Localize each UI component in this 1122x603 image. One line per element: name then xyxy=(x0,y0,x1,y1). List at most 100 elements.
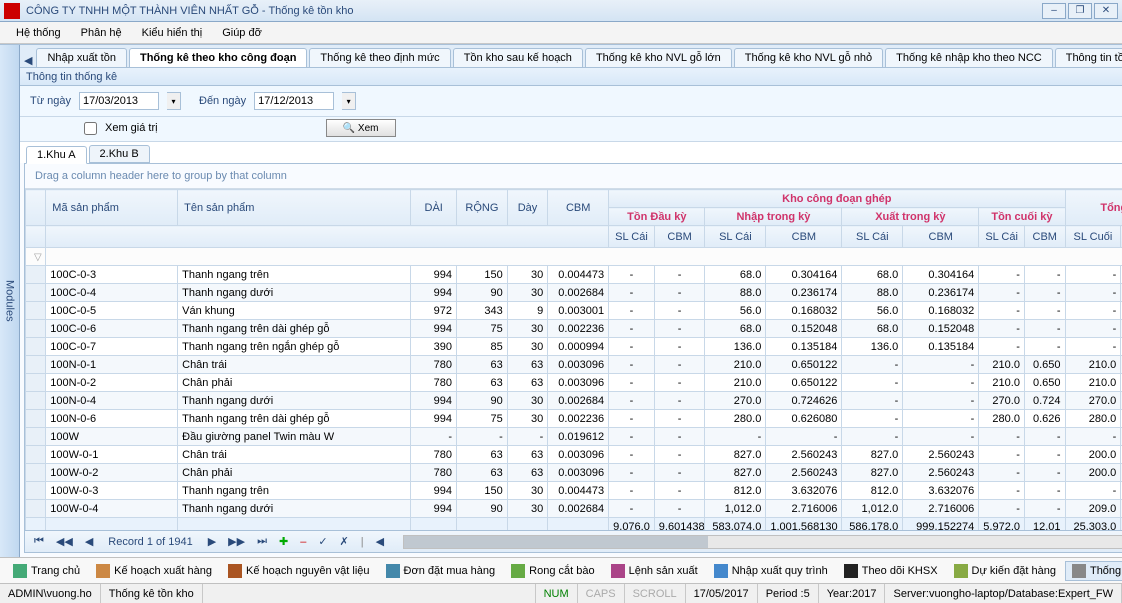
c-c-cbm[interactable]: CBM xyxy=(1024,226,1065,248)
toolbar-Theo dõi KHSX[interactable]: Theo dõi KHSX xyxy=(837,561,945,581)
pager-nextpage[interactable]: ▶▶ xyxy=(225,535,248,548)
toolbar-Lệnh sản xuất[interactable]: Lệnh sản xuất xyxy=(604,561,705,581)
to-date-dropdown[interactable]: ▾ xyxy=(342,92,356,110)
toolbar-icon xyxy=(611,564,625,578)
pager-add[interactable]: ✚ xyxy=(276,535,291,548)
pager-prev[interactable]: ◀ xyxy=(82,535,96,548)
table-row[interactable]: 100W-0-4Thanh ngang dưới99490300.002684-… xyxy=(26,500,1122,518)
table-row[interactable]: 100N-0-2Chân phải78063630.003096--210.00… xyxy=(26,374,1122,392)
table-row[interactable]: 100C-0-6Thanh ngang trên dài ghép gỗ9947… xyxy=(26,320,1122,338)
filter-row-cells[interactable] xyxy=(46,248,1122,266)
tab-4[interactable]: Thống kê kho NVL gỗ lớn xyxy=(585,48,732,67)
pager-first[interactable]: ⏮ xyxy=(31,535,47,548)
col-dai[interactable]: DÀI xyxy=(411,190,457,226)
status-server: Server:vuongho-laptop/Database:Expert_FW xyxy=(885,584,1122,603)
status-year: Year:2017 xyxy=(819,584,886,603)
restore-button[interactable]: ❐ xyxy=(1068,3,1092,19)
tab-scroll-left[interactable]: ◀ xyxy=(20,54,36,67)
c-t-sl[interactable]: SL Cuối xyxy=(1065,226,1121,248)
menu-Hệ thống[interactable]: Hệ thống xyxy=(6,22,71,44)
col-ma[interactable]: Mã sản phẩm xyxy=(46,190,178,226)
tab-0[interactable]: Nhập xuất tồn xyxy=(36,48,127,67)
c-n-cbm[interactable]: CBM xyxy=(766,226,842,248)
c-x-cbm[interactable]: CBM xyxy=(903,226,979,248)
tab-6[interactable]: Thống kê nhập kho theo NCC xyxy=(885,48,1053,67)
table-row[interactable]: 100C-0-5Ván khung97234390.003001--56.00.… xyxy=(26,302,1122,320)
grp-cuoi: Tồn cuối kỳ xyxy=(979,208,1065,226)
menu-Giúp đỡ[interactable]: Giúp đỡ xyxy=(212,22,272,44)
toolbar-icon xyxy=(386,564,400,578)
pager-delete[interactable]: – xyxy=(297,536,309,548)
toolbar-icon xyxy=(844,564,858,578)
filter-indicator: ▽ xyxy=(26,248,46,266)
table-row[interactable]: 100C-0-3Thanh ngang trên994150300.004473… xyxy=(26,266,1122,284)
from-date-dropdown[interactable]: ▾ xyxy=(167,92,181,110)
pager-prevpage[interactable]: ◀◀ xyxy=(53,535,76,548)
toolbar-Nhập xuất quy trình[interactable]: Nhập xuất quy trình xyxy=(707,561,835,581)
status-bar: ADMIN\vuong.ho Thống kê tồn kho NUM CAPS… xyxy=(0,583,1122,603)
c-c-sl[interactable]: SL Cái xyxy=(979,226,1025,248)
tab-2[interactable]: Thống kê theo định mức xyxy=(309,48,450,67)
grid-scroll[interactable]: Mã sản phẩm Tên sản phẩm DÀI RỘNG Dày CB… xyxy=(25,189,1122,530)
view-button[interactable]: 🔍 Xem xyxy=(326,119,396,137)
table-row[interactable]: 100C-0-7Thanh ngang trên ngắn ghép gỗ390… xyxy=(26,338,1122,356)
subtab-1[interactable]: 2.Khu B xyxy=(89,145,150,163)
grp-nhap: Nhập trong kỳ xyxy=(705,208,842,226)
view-value-checkbox[interactable] xyxy=(84,122,97,135)
filter-row: Từ ngày ▾ Đến ngày ▾ xyxy=(20,86,1122,117)
toolbar-icon xyxy=(714,564,728,578)
toolbar-icon xyxy=(954,564,968,578)
c-d-cbm[interactable]: CBM xyxy=(654,226,705,248)
toolbar-Dự kiến đặt hàng[interactable]: Dự kiến đặt hàng xyxy=(947,561,1063,581)
table-row[interactable]: 100W-0-3Thanh ngang trên994150300.004473… xyxy=(26,482,1122,500)
tab-3[interactable]: Tồn kho sau kế hoạch xyxy=(453,48,583,67)
col-day[interactable]: Dày xyxy=(507,190,548,226)
from-date-input[interactable] xyxy=(79,92,159,110)
col-cbm[interactable]: CBM xyxy=(548,190,609,226)
to-date-input[interactable] xyxy=(254,92,334,110)
menu-Kiểu hiển thị[interactable]: Kiểu hiển thị xyxy=(132,22,213,44)
titlebar: CÔNG TY TNHH MỘT THÀNH VIÊN NHẤT GỖ - Th… xyxy=(0,0,1122,22)
pager-next[interactable]: ▶ xyxy=(205,535,219,548)
tab-5[interactable]: Thống kê kho NVL gỗ nhỏ xyxy=(734,48,883,67)
table-row[interactable]: 100W-0-1Chân trái78063630.003096--827.02… xyxy=(26,446,1122,464)
pager-cancel[interactable]: ✗ xyxy=(337,535,352,548)
pager-sep: | xyxy=(358,536,367,548)
pager-scroll-left[interactable]: ◀ xyxy=(373,535,387,548)
toolbar-Kế hoạch xuất hàng[interactable]: Kế hoạch xuất hàng xyxy=(89,561,219,581)
grp-xuat: Xuất trong kỳ xyxy=(842,208,979,226)
status-page: Thống kê tồn kho xyxy=(101,584,203,603)
panel-title-bar: Thông tin thống kê ︽ xyxy=(20,68,1122,86)
minimize-button[interactable]: – xyxy=(1042,3,1066,19)
col-rong[interactable]: RỘNG xyxy=(457,190,508,226)
toolbar-icon xyxy=(96,564,110,578)
horizontal-scrollbar[interactable] xyxy=(403,535,1122,549)
view-value-label: Xem giá trị xyxy=(105,122,158,134)
table-row[interactable]: 100WĐầu giường panel Twin màu W---0.0196… xyxy=(26,428,1122,446)
close-button[interactable]: ✕ xyxy=(1094,3,1118,19)
toolbar-Đơn đặt mua hàng[interactable]: Đơn đặt mua hàng xyxy=(379,561,503,581)
table-row[interactable]: 100N-0-4Thanh ngang dưới99490300.002684-… xyxy=(26,392,1122,410)
col-ten[interactable]: Tên sản phẩm xyxy=(178,190,411,226)
pager-check[interactable]: ✓ xyxy=(315,535,330,548)
tab-7[interactable]: Thông tin tồn kho xyxy=(1055,48,1122,67)
c-x-sl[interactable]: SL Cái xyxy=(842,226,903,248)
group-hint[interactable]: Drag a column header here to group by th… xyxy=(25,164,1122,189)
group-kho: Kho công đoạn ghép xyxy=(609,190,1065,208)
table-row[interactable]: 100W-0-2Chân phải78063630.003096--827.02… xyxy=(26,464,1122,482)
c-n-sl[interactable]: SL Cái xyxy=(705,226,766,248)
table-row[interactable]: 100N-0-1Chân trái78063630.003096--210.00… xyxy=(26,356,1122,374)
toolbar-Thống kê tồn kho[interactable]: Thống kê tồn kho xyxy=(1065,561,1122,581)
modules-sidebar[interactable]: Modules xyxy=(0,45,20,557)
toolbar-Trang chủ[interactable]: Trang chủ xyxy=(6,561,87,581)
menu-Phân hệ[interactable]: Phân hệ xyxy=(71,22,132,44)
c-d-sl[interactable]: SL Cái xyxy=(609,226,655,248)
toolbar-Kế hoạch nguyên vật liệu[interactable]: Kế hoạch nguyên vật liệu xyxy=(221,561,377,581)
subtab-0[interactable]: 1.Khu A xyxy=(26,146,87,164)
tab-1[interactable]: Thống kê theo kho công đoạn xyxy=(129,48,307,67)
toolbar-Rong cắt bào[interactable]: Rong cắt bào xyxy=(504,561,601,581)
table-row[interactable]: 100C-0-4Thanh ngang dưới99490300.002684-… xyxy=(26,284,1122,302)
pager-last[interactable]: ⏭ xyxy=(254,535,270,548)
table-row[interactable]: 100N-0-6Thanh ngang trên dài ghép gỗ9947… xyxy=(26,410,1122,428)
from-label: Từ ngày xyxy=(30,95,71,107)
